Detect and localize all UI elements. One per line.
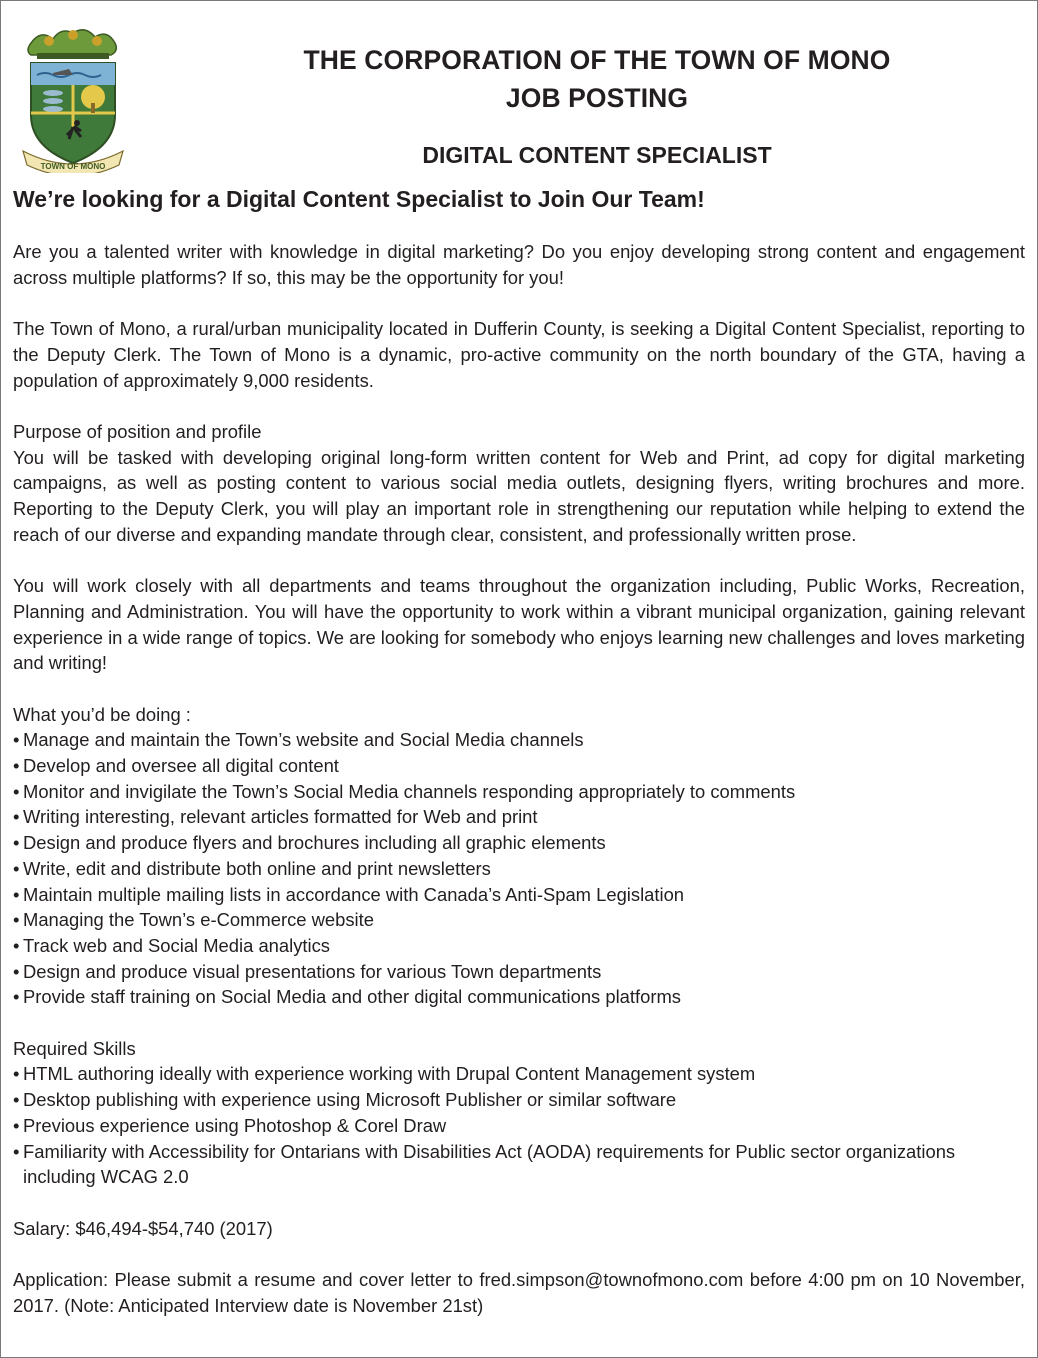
list-item: • Write, edit and distribute both online …: [13, 857, 491, 879]
posting-body: Are you a talented writer with knowledge…: [13, 239, 1025, 1318]
salary-line: Salary: $46,494-$54,740 (2017): [13, 1217, 273, 1239]
list-item: • Managing the Town’s e-Commerce website: [13, 909, 374, 931]
list-item: • Desktop publishing with experience usin…: [13, 1089, 677, 1111]
town-crest-logo: TOWN OF MONO: [22, 29, 124, 173]
list-item: • Design and produce visual presentations…: [13, 960, 602, 982]
duties-title: What you’d be doing :: [13, 703, 191, 725]
application-paragraph: Application: Please submit a resume and …: [13, 1269, 1025, 1316]
position-title: DIGITAL CONTENT SPECIALIST: [422, 142, 772, 168]
list-item: • HTML authoring ideally with experience …: [13, 1063, 756, 1085]
list-item: • Provide staff training on Social Media …: [13, 986, 681, 1008]
purpose-paragraph: You will be tasked with developing origi…: [13, 446, 1025, 545]
skills-list: • HTML authoring ideally with experience …: [13, 1061, 1025, 1190]
list-item: • Familiarity with Accessibility for Onta…: [13, 1140, 956, 1188]
skills-section: Required Skills • HTML authoring ideally …: [13, 1036, 1025, 1190]
svg-text:TOWN OF MONO: TOWN OF MONO: [41, 162, 106, 171]
list-item: • Track web and Social Media analytics: [13, 934, 330, 956]
duties-list: • Manage and maintain the Town’s website …: [13, 727, 1025, 1010]
duties-section: What you’d be doing : • Manage and mainta…: [13, 702, 1025, 1010]
list-item: • Monitor and invigilate the Town’s Socia…: [13, 780, 796, 802]
purpose-section: Purpose of position and profile You will…: [13, 419, 1025, 548]
org-title: THE CORPORATION OF THE TOWN OF MONO: [303, 45, 891, 75]
list-item: • Writing interesting, relevant articles …: [13, 806, 538, 828]
posting-header: THE CORPORATION OF THE TOWN OF MONO JOB …: [201, 41, 993, 169]
list-item: • Design and produce flyers and brochures…: [13, 832, 606, 854]
intro-paragraph: Are you a talented writer with knowledge…: [13, 241, 1025, 288]
teams-paragraph: You will work closely with all departmen…: [13, 575, 1025, 674]
list-item: • Maintain multiple mailing lists in acco…: [13, 883, 685, 905]
purpose-title: Purpose of position and profile: [13, 420, 262, 442]
job-posting-page: TOWN OF MONO THE CORPORATION OF THE TOWN…: [0, 0, 1038, 1358]
list-item: • Manage and maintain the Town’s website …: [13, 729, 584, 751]
skills-title: Required Skills: [13, 1037, 136, 1059]
posting-label: JOB POSTING: [505, 83, 689, 113]
list-item: • Previous experience using Photoshop & C…: [13, 1114, 447, 1136]
list-item: • Develop and oversee all digital content: [13, 755, 339, 776]
headline: We’re looking for a Digital Content Spec…: [13, 186, 705, 212]
about-paragraph: The Town of Mono, a rural/urban municipa…: [13, 318, 1025, 391]
